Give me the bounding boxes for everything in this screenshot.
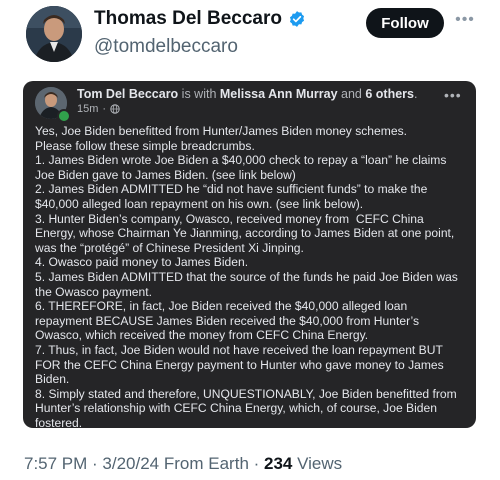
tweet-source: From Earth [159,454,249,473]
embedded-author-name: Tom Del Beccaro [77,87,179,101]
author-avatar[interactable] [26,6,82,62]
header-period: . [413,87,418,101]
tweet-date[interactable]: 3/20/24 [102,454,159,473]
embedded-post-meta: 15m · [77,103,120,115]
with-text: is with [178,87,220,101]
author-handle[interactable]: @tomdelbeccaro [94,36,238,58]
tweet-time[interactable]: 7:57 PM [24,454,87,473]
others-count: 6 others [365,87,414,101]
views-label: Views [292,454,343,473]
meta-separator: · [102,103,107,115]
views-count: 234 [264,454,293,473]
embedded-post-header: Tom Del Beccaro is with Melissa Ann Murr… [77,87,417,101]
more-options-icon[interactable]: ••• [455,12,475,32]
author-display-name[interactable]: Thomas Del Beccaro [94,8,282,30]
embedded-post-body: Yes, Joe Biden benefitted from Hunter/Ja… [35,124,458,428]
verified-badge-icon [289,11,305,27]
embedded-post-image[interactable]: Tom Del Beccaro is with Melissa Ann Murr… [23,81,476,428]
follow-button[interactable]: Follow [366,8,444,38]
globe-icon [110,104,120,114]
author-avatar-image [26,6,82,62]
meta-sep-1: · [87,454,103,473]
and-text: and [337,87,366,101]
meta-sep-2: · [248,454,265,473]
embedded-more-icon: ••• [444,87,462,103]
tagged-person: Melissa Ann Murray [219,87,338,101]
online-status-indicator [57,109,71,123]
tweet-meta: 7:57 PM · 3/20/24 From Earth · 234 Views [24,454,342,474]
embedded-post-time: 15m [77,103,99,115]
author-name-row[interactable]: Thomas Del Beccaro [94,8,306,30]
